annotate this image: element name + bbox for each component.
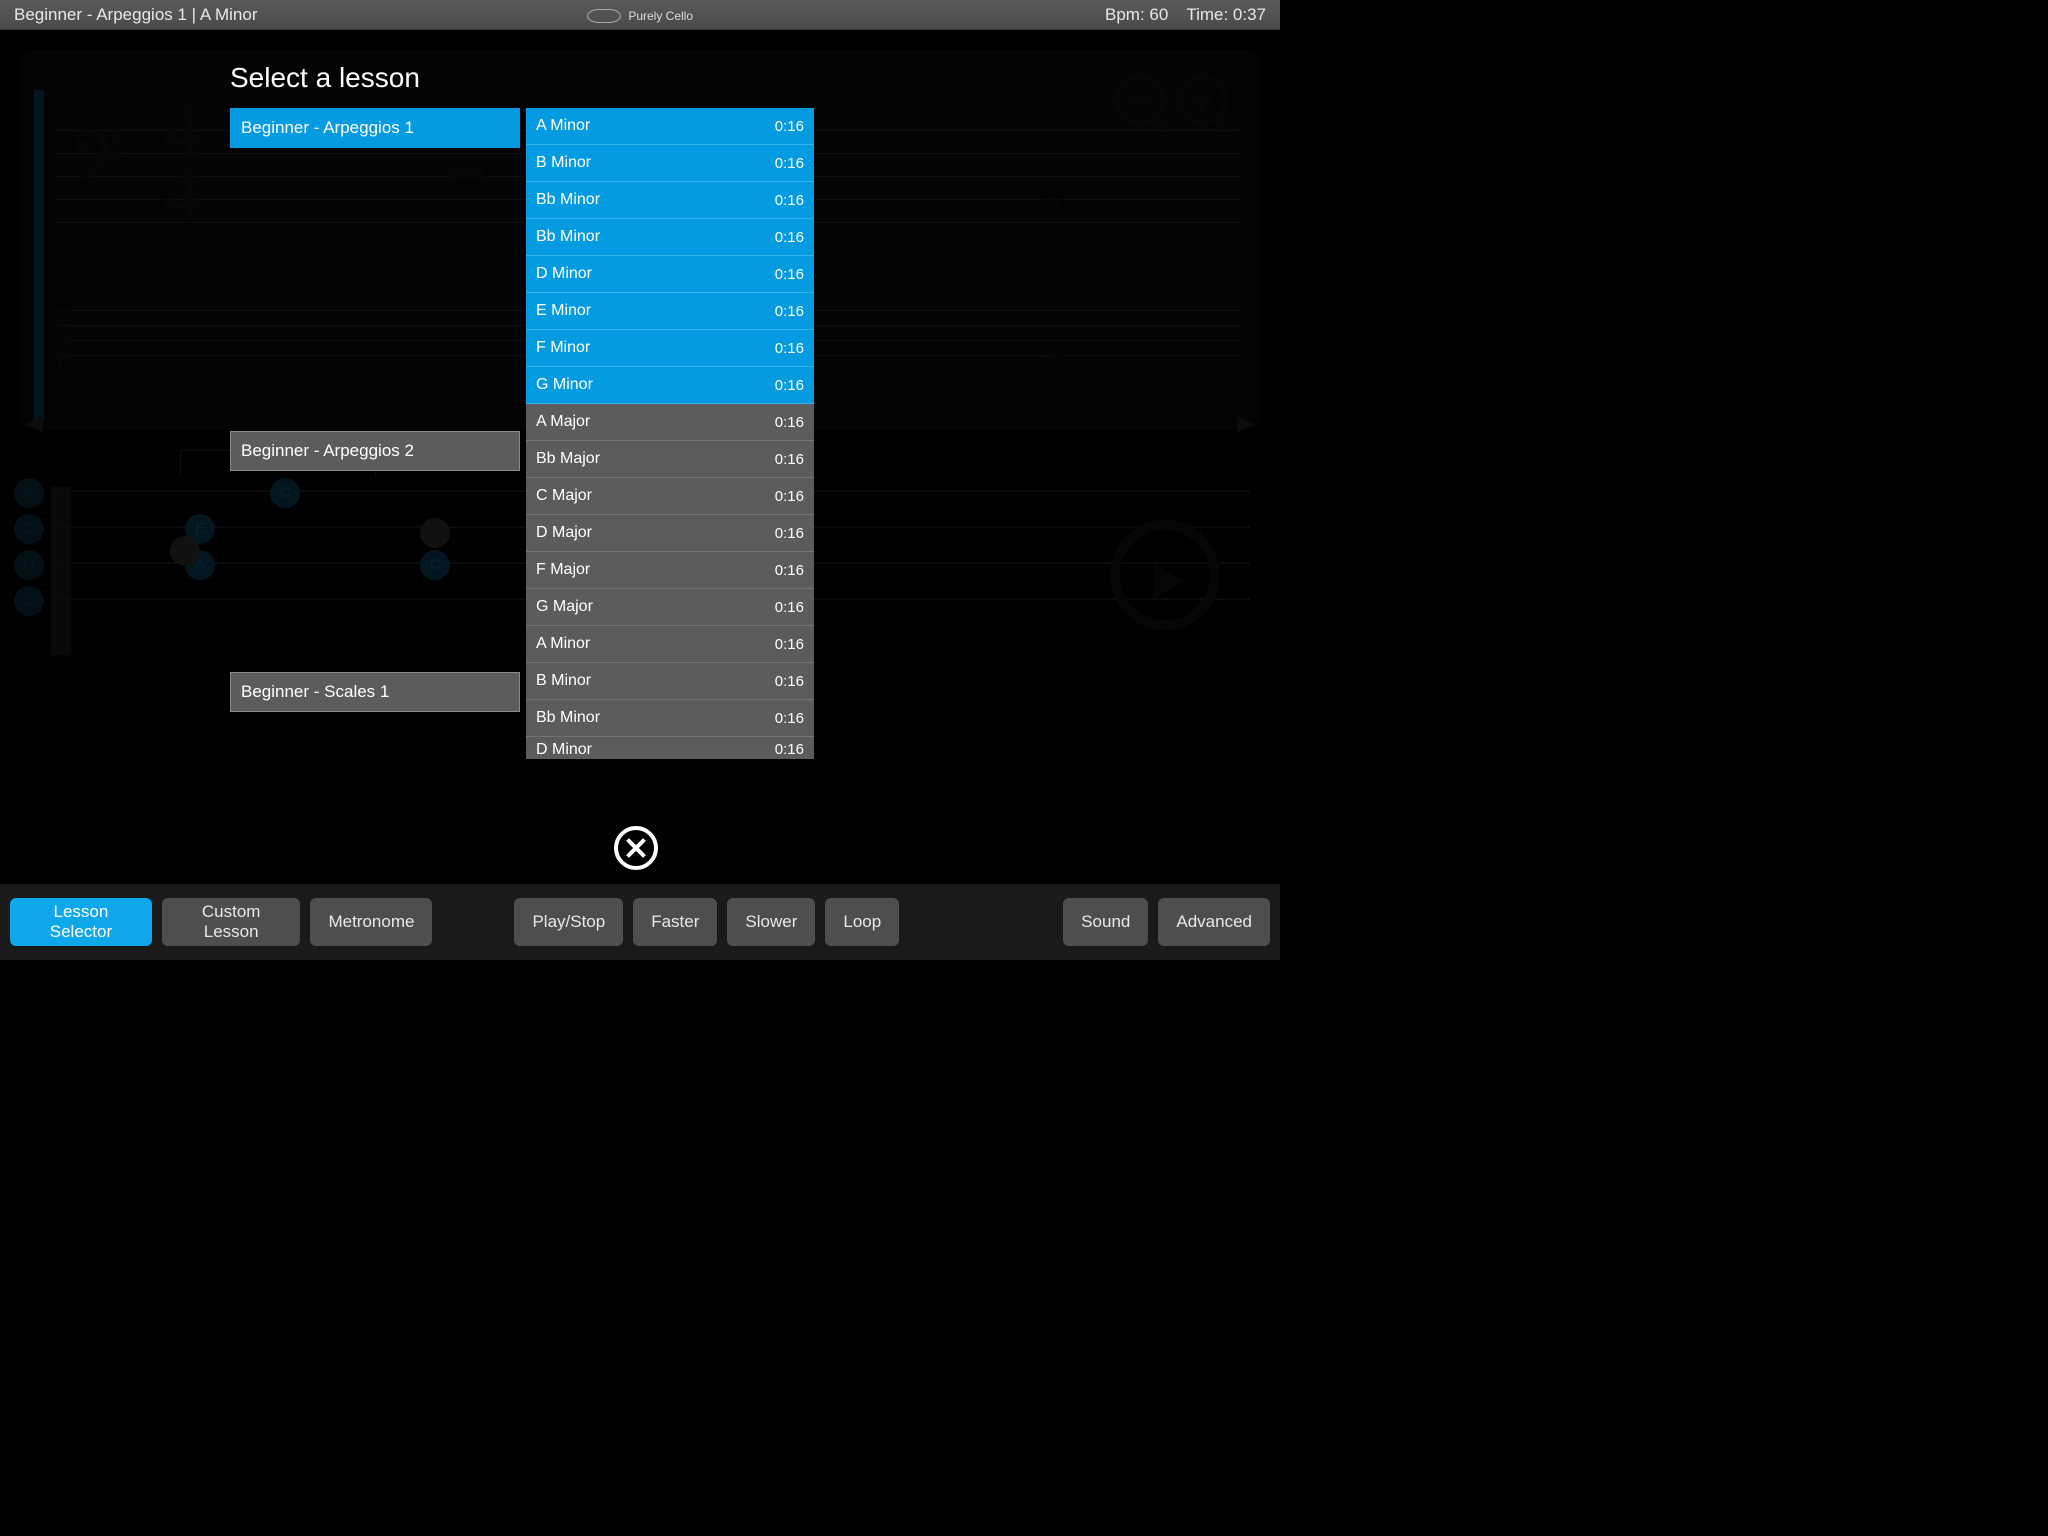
brand-name: Purely Cello (628, 9, 693, 23)
lesson-name: C Major (536, 487, 592, 505)
lesson-name: F Major (536, 561, 590, 579)
lesson-duration: 0:16 (775, 710, 804, 727)
lesson-item[interactable]: F Minor 0:16 (526, 330, 814, 367)
time-readout: Time: 0:37 (1186, 5, 1266, 25)
lesson-item[interactable]: A Major 0:16 (526, 404, 814, 441)
lesson-item[interactable]: Bb Minor 0:16 (526, 182, 814, 219)
lesson-name: D Major (536, 524, 592, 542)
lesson-name: D Minor (536, 741, 592, 759)
lesson-duration: 0:16 (775, 414, 804, 431)
slower-button[interactable]: Slower (727, 898, 815, 946)
lesson-item[interactable]: C Major 0:16 (526, 478, 814, 515)
lesson-name: G Minor (536, 376, 593, 394)
advanced-button[interactable]: Advanced (1158, 898, 1270, 946)
loop-button[interactable]: Loop (825, 898, 899, 946)
lesson-duration: 0:16 (775, 377, 804, 394)
play-stop-button[interactable]: Play/Stop (514, 898, 623, 946)
lesson-item[interactable]: E Minor 0:16 (526, 293, 814, 330)
custom-lesson-button[interactable]: Custom Lesson (162, 898, 301, 946)
lesson-selector-modal: Select a lesson Beginner - Arpeggios 1Be… (230, 62, 990, 833)
lesson-item[interactable]: A Minor 0:16 (526, 108, 814, 145)
lesson-name: B Minor (536, 154, 591, 172)
lesson-name: F Minor (536, 339, 590, 357)
lesson-duration: 0:16 (775, 741, 804, 758)
top-status-bar: Beginner - Arpeggios 1 | A Minor Purely … (0, 0, 1280, 30)
lesson-item[interactable]: B Minor 0:16 (526, 145, 814, 182)
faster-button[interactable]: Faster (633, 898, 717, 946)
lesson-name: Bb Minor (536, 191, 600, 209)
lesson-name: G Major (536, 598, 593, 616)
lesson-duration: 0:16 (775, 562, 804, 579)
lesson-duration: 0:16 (775, 525, 804, 542)
lesson-name: A Minor (536, 635, 590, 653)
lesson-item[interactable]: G Minor 0:16 (526, 367, 814, 404)
sound-button[interactable]: Sound (1063, 898, 1148, 946)
lesson-item[interactable]: D Major 0:16 (526, 515, 814, 552)
bottom-toolbar: Lesson Selector Custom Lesson Metronome … (0, 884, 1280, 960)
lesson-duration: 0:16 (775, 340, 804, 357)
lesson-duration: 0:16 (775, 155, 804, 172)
brand-logo: Purely Cello (587, 6, 693, 23)
lesson-item[interactable]: D Minor 0:16 (526, 737, 814, 759)
close-modal-button[interactable] (614, 826, 658, 870)
bpm-readout: Bpm: 60 (1105, 5, 1168, 25)
lesson-duration: 0:16 (775, 673, 804, 690)
lesson-duration: 0:16 (775, 599, 804, 616)
cello-logo-icon (587, 9, 621, 23)
lesson-selector-button[interactable]: Lesson Selector (10, 898, 152, 946)
lesson-item[interactable]: B Minor 0:16 (526, 663, 814, 700)
category-item[interactable]: Beginner - Arpeggios 2 (230, 431, 520, 471)
lesson-name: Bb Minor (536, 228, 600, 246)
lesson-item[interactable]: Bb Minor 0:16 (526, 700, 814, 737)
modal-title: Select a lesson (230, 62, 990, 94)
lesson-name: B Minor (536, 672, 591, 690)
lesson-name: E Minor (536, 302, 591, 320)
lesson-duration: 0:16 (775, 488, 804, 505)
lesson-name: A Minor (536, 117, 590, 135)
lesson-item[interactable]: Bb Minor 0:16 (526, 219, 814, 256)
lesson-duration: 0:16 (775, 451, 804, 468)
lesson-duration: 0:16 (775, 192, 804, 209)
lesson-duration: 0:16 (775, 303, 804, 320)
metronome-button[interactable]: Metronome (310, 898, 432, 946)
category-item[interactable]: Beginner - Arpeggios 1 (230, 108, 520, 148)
lesson-name: D Minor (536, 265, 592, 283)
lesson-item[interactable]: Bb Major 0:16 (526, 441, 814, 478)
lesson-item[interactable]: A Minor 0:16 (526, 626, 814, 663)
lesson-duration: 0:16 (775, 266, 804, 283)
category-item[interactable]: Beginner - Scales 1 (230, 672, 520, 712)
lesson-column: A Minor0:16B Minor0:16Bb Minor0:16Bb Min… (526, 108, 814, 759)
lesson-duration: 0:16 (775, 118, 804, 135)
lesson-duration: 0:16 (775, 636, 804, 653)
lesson-name: Bb Minor (536, 709, 600, 727)
lesson-item[interactable]: G Major 0:16 (526, 589, 814, 626)
lesson-item[interactable]: F Major 0:16 (526, 552, 814, 589)
lesson-name: Bb Major (536, 450, 600, 468)
stage: 𝄢 4 4 o T A B 11 ◀ ▶ 1st Position ADGC C… (0, 30, 1280, 884)
lesson-item[interactable]: D Minor 0:16 (526, 256, 814, 293)
lesson-duration: 0:16 (775, 229, 804, 246)
lesson-name: A Major (536, 413, 590, 431)
category-column: Beginner - Arpeggios 1 Beginner - Arpeggi… (230, 108, 520, 833)
lesson-path: Beginner - Arpeggios 1 | A Minor (14, 5, 258, 25)
